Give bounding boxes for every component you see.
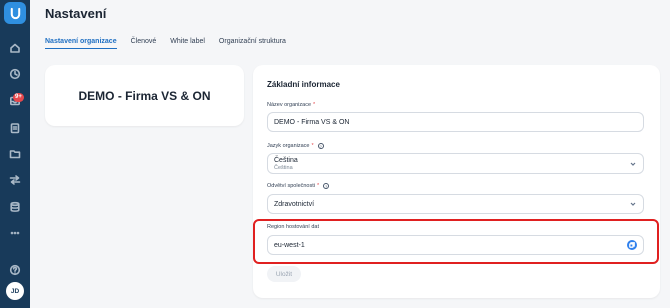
industry-label: Odvětví společnosti * ? (267, 183, 330, 189)
organization-card: DEMO - Firma VS & ON (45, 65, 244, 126)
organization-name: DEMO - Firma VS & ON (78, 88, 211, 103)
more-icon[interactable] (8, 226, 22, 240)
help-icon[interactable]: ? (323, 183, 330, 189)
help-icon[interactable] (8, 263, 22, 277)
highlight-frame (253, 219, 659, 264)
org-name-field[interactable]: DEMO - Firma VS & ON (267, 112, 644, 132)
tab-white-label[interactable]: White label (170, 38, 205, 49)
sidebar: 9+ JD (0, 0, 30, 308)
notification-badge: 9+ (13, 93, 24, 102)
database-icon[interactable] (8, 200, 22, 214)
required-mark: * (317, 183, 320, 189)
industry-select[interactable]: Zdravotnictví (267, 194, 644, 214)
chevron-down-icon (630, 161, 636, 167)
brand-logo-icon[interactable] (4, 2, 26, 24)
section-title: Základní informace (267, 80, 340, 89)
help-icon[interactable]: ? (317, 143, 324, 149)
language-label: Jazyk organizace * ? (267, 143, 324, 149)
home-icon[interactable] (8, 41, 22, 55)
tab-organization-settings[interactable]: Nastavení organizace (45, 38, 117, 49)
clipboard-icon[interactable] (8, 121, 22, 135)
clock-icon[interactable] (8, 67, 22, 81)
org-name-label: Název organizace * (267, 102, 316, 108)
required-mark: * (313, 102, 316, 108)
avatar[interactable]: JD (6, 282, 24, 300)
chevron-down-icon (630, 201, 636, 207)
transfer-icon[interactable] (8, 173, 22, 187)
save-button[interactable]: Uložit (267, 266, 301, 282)
tab-members[interactable]: Členové (131, 38, 157, 49)
settings-tabs: Nastavení organizace Členové White label… (45, 38, 300, 49)
language-select[interactable]: Čeština Čeština (267, 153, 644, 174)
required-mark: * (311, 143, 314, 149)
folder-icon[interactable] (8, 147, 22, 161)
tab-org-structure[interactable]: Organizační struktura (219, 38, 286, 49)
page-title: Nastavení (45, 6, 107, 21)
